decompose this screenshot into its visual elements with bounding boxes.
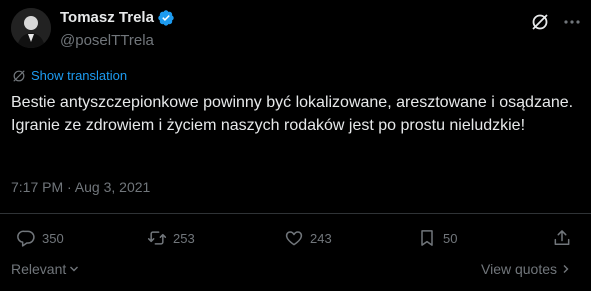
author-handle[interactable]: @poselTTrela <box>60 32 154 50</box>
show-translation-row[interactable]: Show translation <box>12 68 127 84</box>
profile-avatar <box>11 8 51 48</box>
show-translation-link[interactable]: Show translation <box>31 68 127 84</box>
reply-count: 350 <box>42 230 64 246</box>
chevron-right-icon <box>563 265 569 273</box>
globe-icon <box>13 70 25 82</box>
reply-button[interactable]: 350 <box>16 224 64 252</box>
tweet-text: Bestie antyszczepionkowe powinny być lok… <box>11 94 574 134</box>
action-bar: 350 253 243 50 <box>0 224 591 252</box>
repost-icon <box>147 231 167 245</box>
avatar[interactable] <box>11 8 51 48</box>
sort-replies-dropdown[interactable]: Relevant <box>11 261 79 277</box>
bookmark-count: 50 <box>443 230 458 246</box>
chevron-down-icon <box>70 266 79 272</box>
view-quotes-link[interactable]: View quotes <box>481 261 571 277</box>
verified-badge-icon[interactable] <box>157 9 175 27</box>
reply-icon <box>17 230 35 247</box>
share-button[interactable] <box>552 224 572 252</box>
share-icon <box>554 230 570 245</box>
divider <box>0 213 591 214</box>
tweet-detail: Tomasz Trela @poselTTrela Show translati… <box>0 0 591 291</box>
heart-icon <box>285 231 303 246</box>
author-display-name[interactable]: Tomasz Trela <box>60 9 154 27</box>
bookmark-button[interactable]: 50 <box>417 224 457 252</box>
bookmark-icon <box>421 230 433 246</box>
more-options-icon[interactable] <box>562 12 582 32</box>
like-button[interactable]: 243 <box>284 224 332 252</box>
repost-count: 253 <box>173 230 195 246</box>
view-quotes-label: View quotes <box>481 261 558 277</box>
repost-button[interactable]: 253 <box>147 224 195 252</box>
like-count: 243 <box>310 230 332 246</box>
grok-icon[interactable] <box>530 12 550 32</box>
author-name-row: Tomasz Trela <box>60 9 175 27</box>
tweet-timestamp[interactable]: 7:17 PM · Aug 3, 2021 <box>11 178 150 196</box>
sort-label: Relevant <box>11 261 67 277</box>
